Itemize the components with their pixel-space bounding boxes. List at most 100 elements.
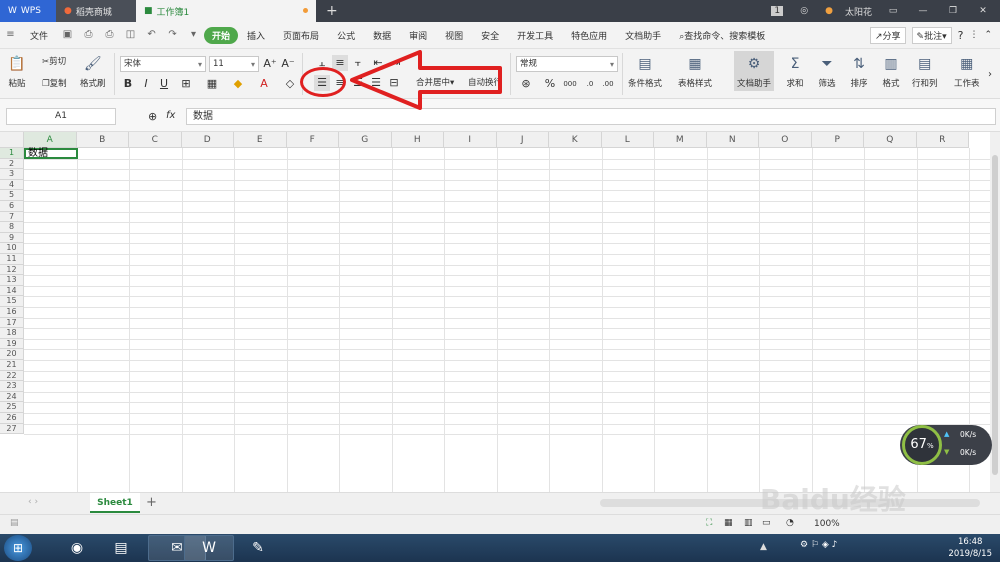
- taskbar-wps-icon[interactable]: W: [184, 535, 234, 561]
- row-header-27[interactable]: 27: [0, 423, 24, 435]
- column-header-j[interactable]: J: [496, 132, 549, 148]
- menu-data[interactable]: 数据: [364, 29, 400, 42]
- menu-security[interactable]: 安全: [472, 29, 508, 42]
- row-header-17[interactable]: 17: [0, 317, 24, 329]
- macro-icon[interactable]: ▤: [10, 518, 19, 528]
- menu-special[interactable]: 特色应用: [562, 29, 616, 42]
- font-color-icon[interactable]: A: [256, 76, 272, 92]
- column-header-i[interactable]: I: [444, 132, 497, 148]
- tab-workbook[interactable]: ■ 工作簿1: [136, 0, 316, 22]
- print-preview-icon[interactable]: ◫: [124, 29, 137, 41]
- sheet-nav-icons[interactable]: ‹ ›: [28, 497, 38, 507]
- bold-button[interactable]: B: [120, 76, 136, 92]
- row-header-3[interactable]: 3: [0, 169, 24, 180]
- memory-usage-gauge[interactable]: 67%: [902, 425, 942, 465]
- row-header-21[interactable]: 21: [0, 360, 24, 371]
- quick-access-dropdown-icon[interactable]: ▾: [187, 29, 200, 41]
- taskbar-paint-icon[interactable]: ✎: [238, 535, 278, 561]
- column-header-q[interactable]: Q: [864, 132, 917, 148]
- row-header-2[interactable]: 2: [0, 158, 24, 170]
- row-header-15[interactable]: 15: [0, 296, 24, 307]
- more-icon[interactable]: ⋮: [969, 30, 978, 40]
- sort-button[interactable]: ⇅ 排序: [848, 53, 870, 89]
- column-header-c[interactable]: C: [129, 132, 182, 148]
- redo-icon[interactable]: ↷: [166, 29, 179, 41]
- user-name[interactable]: 太阳花: [845, 5, 872, 18]
- column-header-e[interactable]: E: [234, 132, 287, 148]
- italic-button[interactable]: I: [138, 76, 154, 92]
- row-header-5[interactable]: 5: [0, 190, 24, 201]
- font-size-select[interactable]: 11: [209, 56, 259, 72]
- menu-insert[interactable]: 插入: [238, 29, 274, 42]
- column-header-d[interactable]: D: [181, 132, 234, 148]
- row-header-25[interactable]: 25: [0, 402, 24, 413]
- menu-home[interactable]: 开始: [204, 26, 239, 44]
- row-header-16[interactable]: 16: [0, 307, 24, 318]
- menu-view[interactable]: 视图: [436, 29, 472, 42]
- row-header-24[interactable]: 24: [0, 391, 24, 403]
- row-header-1[interactable]: 1: [0, 148, 24, 159]
- border-icon[interactable]: ⊞: [178, 76, 194, 92]
- skin-icon[interactable]: ◎: [795, 6, 813, 16]
- undo-icon[interactable]: ↶: [145, 29, 158, 41]
- column-header-p[interactable]: P: [811, 132, 864, 148]
- increase-decimal-icon[interactable]: .0: [582, 76, 598, 92]
- highlight-icon[interactable]: ◆: [230, 76, 246, 92]
- font-name-select[interactable]: 宋体: [120, 56, 206, 72]
- print-icon[interactable]: ⎙: [103, 29, 116, 41]
- vertical-scroll-thumb[interactable]: [992, 155, 998, 475]
- tray-icons[interactable]: ⚙ ⚐ ◈ ♪: [800, 540, 837, 550]
- collapse-ribbon-icon[interactable]: ⌃: [984, 30, 992, 40]
- share-button[interactable]: ↗分享: [869, 26, 906, 44]
- user-avatar[interactable]: ●: [825, 6, 833, 16]
- copy-button[interactable]: ❐复制: [42, 77, 67, 89]
- column-header-r[interactable]: R: [916, 132, 969, 148]
- row-header-26[interactable]: 26: [0, 413, 24, 424]
- restore-layout-icon[interactable]: ▭: [884, 6, 902, 16]
- column-header-n[interactable]: N: [706, 132, 759, 148]
- row-header-13[interactable]: 13: [0, 275, 24, 286]
- doc-helper-button[interactable]: ⚙ 文档助手: [734, 51, 775, 91]
- save-icon[interactable]: ▣: [61, 29, 74, 41]
- column-header-h[interactable]: H: [391, 132, 444, 148]
- sum-button[interactable]: Σ 求和: [784, 53, 806, 89]
- row-header-7[interactable]: 7: [0, 211, 24, 223]
- row-header-19[interactable]: 19: [0, 338, 24, 350]
- row-col-button[interactable]: ▤ 行和列: [912, 53, 938, 89]
- new-tab-button[interactable]: +: [316, 0, 348, 22]
- font-shrink-icon[interactable]: A⁻: [280, 56, 296, 72]
- taskbar-folder-icon[interactable]: ▤: [92, 535, 150, 561]
- tray-expand-icon[interactable]: ▲: [760, 542, 767, 552]
- format-painter-button[interactable]: 🖌 格式刷: [80, 53, 106, 89]
- maximize-icon[interactable]: ❐: [944, 6, 962, 16]
- menu-review[interactable]: 审阅: [400, 29, 436, 42]
- name-box[interactable]: A1: [6, 108, 116, 125]
- thousands-icon[interactable]: 000: [562, 76, 578, 92]
- export-pdf-icon[interactable]: ⎙: [82, 29, 95, 41]
- window-count-badge[interactable]: 1: [771, 6, 784, 16]
- row-header-22[interactable]: 22: [0, 370, 24, 382]
- menu-doc-helper[interactable]: 文档助手: [616, 29, 670, 42]
- start-button[interactable]: ⊞: [4, 535, 32, 561]
- add-sheet-button[interactable]: +: [146, 495, 157, 510]
- fill-color-icon[interactable]: ▦: [204, 76, 220, 92]
- conditional-format-button[interactable]: ▤ 条件格式: [628, 53, 662, 89]
- percent-button[interactable]: %: [542, 76, 558, 92]
- column-header-b[interactable]: B: [76, 132, 129, 148]
- row-header-23[interactable]: 23: [0, 381, 24, 392]
- page-break-icon[interactable]: ▥: [744, 518, 753, 528]
- worksheet-button[interactable]: ▦ 工作表: [954, 53, 980, 89]
- menu-file[interactable]: 文件: [21, 29, 57, 42]
- comment-button[interactable]: ✎批注▾: [911, 26, 952, 44]
- sheet-tab-sheet1[interactable]: Sheet1: [90, 493, 140, 513]
- row-header-6[interactable]: 6: [0, 201, 24, 212]
- page-layout-icon[interactable]: ▭: [762, 518, 771, 528]
- select-all-corner[interactable]: [0, 132, 24, 148]
- column-header-k[interactable]: K: [549, 132, 602, 148]
- minimize-icon[interactable]: —: [914, 6, 932, 16]
- zoom-level[interactable]: 100%: [814, 519, 840, 529]
- underline-button[interactable]: U: [156, 76, 172, 92]
- column-header-l[interactable]: L: [601, 132, 654, 148]
- help-icon[interactable]: ?: [958, 29, 964, 42]
- row-header-4[interactable]: 4: [0, 179, 24, 191]
